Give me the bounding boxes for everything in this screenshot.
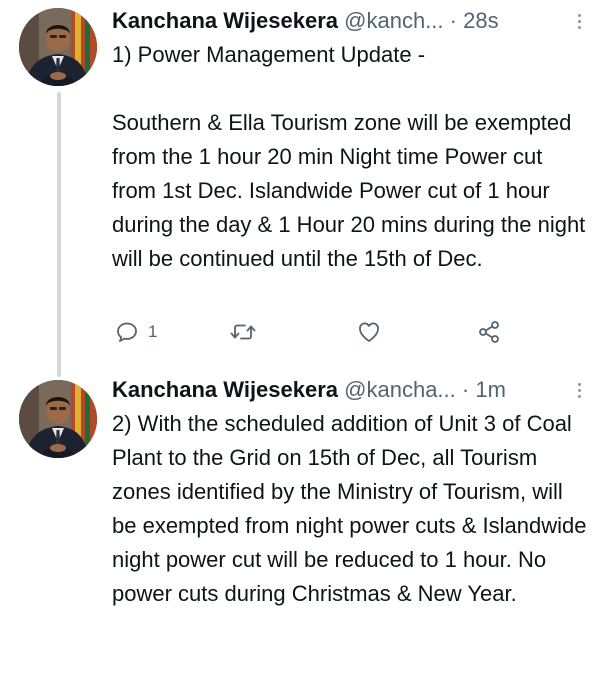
tweet-text: 1) Power Management Update - Southern & … [112, 42, 586, 271]
reply-icon [117, 322, 137, 342]
retweet-button[interactable] [230, 314, 256, 350]
share-button[interactable] [476, 314, 502, 350]
timestamp[interactable]: 1m [475, 377, 506, 402]
author-handle[interactable]: @kancha... [344, 377, 456, 402]
tweet-2[interactable]: Kanchana Wijesekera @kancha... · 1m 2) W… [0, 365, 600, 685]
author-handle[interactable]: @kanch... [344, 8, 443, 33]
like-button[interactable] [356, 314, 382, 350]
author-name[interactable]: Kanchana Wijesekera [112, 8, 338, 33]
reply-count: 1 [148, 322, 158, 341]
tweet-text: 2) With the scheduled addition of Unit 3… [112, 411, 593, 606]
retweet-icon [230, 324, 256, 340]
tweet-actions: 1 [112, 314, 512, 350]
avatar[interactable] [19, 380, 97, 458]
more-options-icon[interactable] [568, 4, 590, 38]
share-icon [479, 321, 499, 343]
more-options-icon[interactable] [568, 373, 590, 407]
timestamp[interactable]: 28s [463, 8, 498, 33]
avatar-photo [19, 380, 97, 458]
heart-icon [359, 322, 379, 342]
separator-dot: · [449, 8, 457, 33]
avatar-photo [19, 8, 97, 86]
separator-dot: · [461, 377, 470, 402]
avatar[interactable] [19, 8, 97, 86]
tweet-1[interactable]: Kanchana Wijesekera @kanch... · 28s 1) P… [0, 0, 600, 377]
tweet-header: Kanchana Wijesekera @kancha... · 1m [112, 373, 590, 407]
tweet-header: Kanchana Wijesekera @kanch... · 28s [112, 4, 590, 38]
reply-button[interactable]: 1 [115, 314, 157, 350]
thread-line [57, 92, 61, 377]
author-name[interactable]: Kanchana Wijesekera [112, 377, 338, 402]
